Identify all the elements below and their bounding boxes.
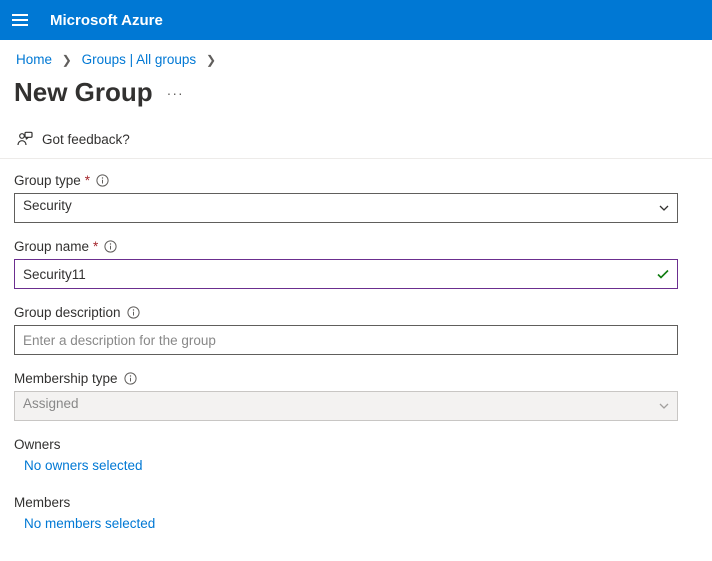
members-heading: Members	[14, 495, 698, 510]
chevron-right-icon: ❯	[206, 53, 216, 67]
breadcrumb-groups-link[interactable]: Groups | All groups	[82, 52, 197, 67]
info-icon[interactable]	[104, 240, 117, 253]
group-type-label: Group type	[14, 173, 81, 188]
group-type-field: Group type * Security	[14, 173, 698, 223]
info-icon[interactable]	[96, 174, 109, 187]
group-description-label: Group description	[14, 305, 121, 320]
feedback-link[interactable]: Got feedback?	[42, 132, 130, 147]
new-group-form: Group type * Security Group name *	[0, 159, 712, 551]
info-icon[interactable]	[124, 372, 137, 385]
group-name-input[interactable]	[14, 259, 678, 289]
breadcrumb-home-link[interactable]: Home	[16, 52, 52, 67]
breadcrumb: Home ❯ Groups | All groups ❯	[0, 40, 712, 71]
membership-type-select: Assigned	[14, 391, 678, 421]
owners-heading: Owners	[14, 437, 698, 452]
info-icon[interactable]	[127, 306, 140, 319]
group-name-field: Group name *	[14, 239, 698, 289]
feedback-person-icon	[16, 130, 34, 148]
chevron-right-icon: ❯	[62, 53, 72, 67]
feedback-bar: Got feedback?	[0, 122, 712, 159]
no-members-selected-link[interactable]: No members selected	[14, 516, 698, 531]
more-actions-button[interactable]: ···	[167, 85, 184, 101]
membership-type-field: Membership type Assigned	[14, 371, 698, 421]
membership-type-label: Membership type	[14, 371, 118, 386]
top-bar: Microsoft Azure	[0, 0, 712, 40]
required-indicator: *	[85, 173, 90, 188]
page-title: New Group	[14, 77, 153, 108]
group-description-field: Group description	[14, 305, 698, 355]
group-description-input[interactable]	[14, 325, 678, 355]
hamburger-menu-icon[interactable]	[12, 10, 32, 30]
required-indicator: *	[93, 239, 98, 254]
page-title-row: New Group ···	[0, 71, 712, 122]
no-owners-selected-link[interactable]: No owners selected	[14, 458, 698, 473]
group-type-select[interactable]: Security	[14, 193, 678, 223]
checkmark-icon	[656, 267, 670, 281]
azure-brand-label: Microsoft Azure	[50, 12, 163, 29]
group-name-label: Group name	[14, 239, 89, 254]
